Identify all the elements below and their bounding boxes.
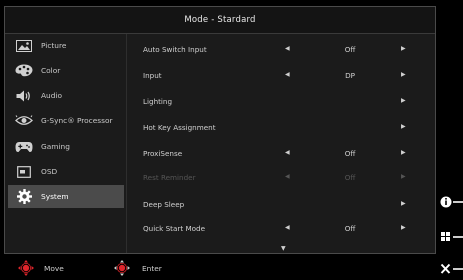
- move-label: Move: [44, 264, 64, 273]
- setting-label: Deep Sleep: [143, 200, 185, 209]
- setting-row-deep-sleep[interactable]: Deep Sleep ▶: [126, 192, 435, 217]
- setting-label: ProxiSense: [143, 149, 183, 158]
- setting-value: Off: [344, 224, 356, 233]
- left-arrow-icon[interactable]: ◀: [285, 224, 290, 231]
- settings-list: Auto Switch Input ◀ Off ▶ Input ◀ DP ▶ L…: [126, 34, 435, 253]
- menu-item-color[interactable]: Color: [8, 59, 124, 82]
- left-arrow-icon[interactable]: ◀: [285, 45, 290, 52]
- setting-row-lighting[interactable]: Lighting ▶: [126, 89, 435, 114]
- palette-icon: [14, 64, 34, 78]
- grid-key[interactable]: [440, 228, 463, 246]
- move-joystick-icon: [18, 260, 34, 276]
- setting-value: DP: [345, 71, 355, 80]
- setting-row-proxisense[interactable]: ProxiSense ◀ Off ▶: [126, 141, 435, 166]
- right-arrow-icon[interactable]: ▶: [401, 224, 406, 231]
- menu-item-audio[interactable]: Audio: [8, 84, 124, 107]
- right-arrow-icon[interactable]: ▶: [401, 123, 406, 130]
- gamepad-icon: [14, 140, 34, 154]
- osd-title: Mode - Stardard: [184, 15, 256, 25]
- right-arrow-icon[interactable]: ▶: [401, 200, 406, 207]
- osd-panel: Mode - Stardard Picture Color Audio G-Sy…: [4, 6, 436, 254]
- menu-item-gaming[interactable]: Gaming: [8, 135, 124, 158]
- osd-window-icon: [14, 165, 34, 179]
- setting-row-hot-key-assignment[interactable]: Hot Key Assignment ▶: [126, 115, 435, 140]
- scroll-down-arrow-icon[interactable]: ▼: [281, 245, 286, 252]
- left-arrow-icon[interactable]: ◀: [285, 71, 290, 78]
- setting-label: Rest Reminder: [143, 173, 196, 182]
- setting-label: Input: [143, 71, 162, 80]
- setting-label: Hot Key Assignment: [143, 123, 216, 132]
- setting-value: Off: [344, 149, 356, 158]
- menu-item-osd[interactable]: OSD: [8, 160, 124, 183]
- close-icon: [440, 263, 463, 274]
- left-arrow-icon: ◀: [285, 173, 290, 180]
- setting-row-input[interactable]: Input ◀ DP ▶: [126, 63, 435, 88]
- right-arrow-icon[interactable]: ▶: [401, 45, 406, 52]
- right-arrow-icon: ▶: [401, 173, 406, 180]
- right-arrow-icon[interactable]: ▶: [401, 149, 406, 156]
- speaker-icon: [14, 89, 34, 103]
- menu-item-system[interactable]: System: [8, 185, 124, 208]
- gear-icon: [14, 189, 34, 204]
- setting-value: Off: [344, 173, 356, 182]
- right-arrow-icon[interactable]: ▶: [401, 97, 406, 104]
- right-arrow-icon[interactable]: ▶: [401, 71, 406, 78]
- menu-label-gsync: G-Sync® Processor: [41, 116, 113, 125]
- menu-label-osd: OSD: [41, 167, 58, 176]
- left-arrow-icon[interactable]: ◀: [285, 149, 290, 156]
- setting-row-auto-switch-input[interactable]: Auto Switch Input ◀ Off ▶: [126, 37, 435, 62]
- osd-footer: Move Enter: [0, 256, 463, 280]
- close-key[interactable]: [440, 260, 463, 278]
- menu-item-picture[interactable]: Picture: [8, 34, 124, 57]
- menu-label-gaming: Gaming: [41, 142, 70, 151]
- menu-item-gsync[interactable]: G-Sync® Processor: [8, 109, 124, 132]
- gsync-eye-icon: [14, 114, 34, 128]
- setting-label: Lighting: [143, 97, 173, 106]
- enter-joystick-icon: [114, 260, 130, 276]
- enter-label: Enter: [142, 264, 162, 273]
- setting-label: Auto Switch Input: [143, 45, 207, 54]
- menu-label-picture: Picture: [41, 41, 67, 50]
- osd-title-bar: Mode - Stardard: [5, 7, 435, 34]
- setting-row-rest-reminder: Rest Reminder ◀ Off ▶: [126, 165, 435, 190]
- menu-label-audio: Audio: [41, 91, 63, 100]
- setting-label: Quick Start Mode: [143, 224, 206, 233]
- setting-row-quick-start-mode[interactable]: Quick Start Mode ◀ Off ▶: [126, 216, 435, 241]
- menu-label-color: Color: [41, 66, 61, 75]
- picture-icon: [14, 39, 34, 53]
- grid-icon: [441, 232, 463, 241]
- category-menu: Picture Color Audio G-Sync® Processor Ga…: [5, 34, 127, 253]
- setting-value: Off: [344, 45, 356, 54]
- info-key[interactable]: [440, 193, 463, 211]
- info-icon: [440, 196, 463, 208]
- menu-label-system: System: [41, 192, 69, 201]
